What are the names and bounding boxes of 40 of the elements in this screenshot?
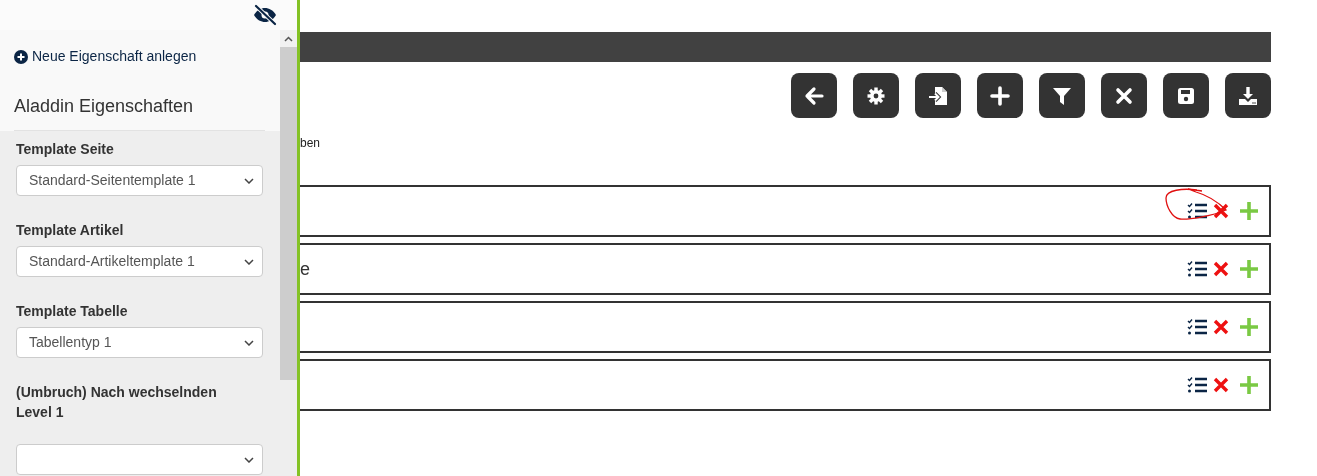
field-label: Template Tabelle (16, 302, 129, 321)
checklist-icon[interactable] (1187, 318, 1207, 336)
save-button[interactable] (1163, 73, 1209, 118)
plus-circle-icon (14, 49, 28, 64)
file-import-icon (927, 84, 949, 107)
eye-slash-icon[interactable] (252, 4, 278, 26)
select-field[interactable]: Standard-Artikeltemplate 1 (16, 246, 263, 277)
scrollbar-thumb[interactable] (280, 47, 297, 380)
field-label: Template Artikel (16, 221, 125, 240)
download-icon (1237, 84, 1259, 107)
field-label: Template Seite (16, 140, 115, 159)
select-field[interactable] (16, 444, 263, 475)
plus-icon (989, 84, 1011, 107)
filter-button[interactable] (1039, 73, 1085, 118)
panel-title: Aladdin Eigenschaften (14, 93, 265, 131)
gear-button[interactable] (853, 73, 899, 118)
chevron-down-icon (244, 456, 254, 463)
delete-icon[interactable] (1213, 203, 1229, 219)
download-button[interactable] (1225, 73, 1271, 118)
select-field[interactable]: Standard-Seitentemplate 1 (16, 165, 263, 196)
checklist-icon[interactable] (1187, 376, 1207, 394)
chevron-down-icon (244, 339, 254, 346)
import-button[interactable] (915, 73, 961, 118)
chevron-down-icon (244, 258, 254, 265)
plus-button[interactable] (977, 73, 1023, 118)
delete-icon[interactable] (1213, 377, 1229, 393)
delete-icon[interactable] (1213, 319, 1229, 335)
select-field[interactable]: Tabellentyp 1 (16, 327, 263, 358)
row-label: e (300, 257, 310, 281)
checklist-icon[interactable] (1187, 260, 1207, 278)
chevron-down-icon (244, 177, 254, 184)
new-property-link[interactable]: Neue Eigenschaft anlegen (14, 46, 266, 67)
checklist-icon[interactable] (1187, 202, 1207, 220)
back-arrow-icon (803, 84, 825, 107)
close-button[interactable] (1101, 73, 1147, 118)
caret-up-icon (284, 35, 293, 42)
back-button[interactable] (791, 73, 837, 118)
description-text: ben (300, 136, 322, 150)
field-label: (Umbruch) Nach wechselnden Level 1 (16, 383, 218, 422)
delete-icon[interactable] (1213, 261, 1229, 277)
